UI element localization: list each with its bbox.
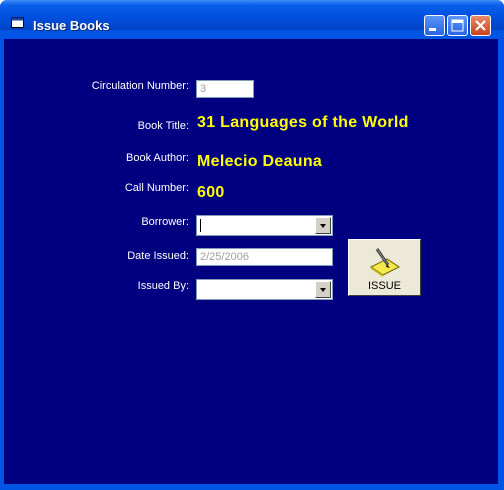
call-number-value: 600 xyxy=(197,184,225,201)
pencil-notepad-icon xyxy=(370,248,400,277)
close-icon xyxy=(475,20,486,31)
minimize-icon xyxy=(429,28,436,31)
title-bar[interactable]: Issue Books xyxy=(0,0,504,36)
borrower-label: Borrower: xyxy=(141,216,189,228)
call-number-label: Call Number: xyxy=(124,182,189,194)
maximize-button[interactable] xyxy=(447,15,468,36)
circulation-number-label: Circulation Number: xyxy=(91,80,189,92)
issue-button-label: ISSUE xyxy=(367,280,401,292)
book-author-label: Book Author: xyxy=(126,152,189,164)
issue-books-window: Issue Books Circulation Number: 3 Book T… xyxy=(0,0,504,490)
text-caret xyxy=(200,219,201,232)
issue-button[interactable]: ISSUE xyxy=(348,239,421,296)
app-icon xyxy=(11,17,24,28)
book-title-label: Book Title: xyxy=(137,120,189,132)
date-issued-label: Date Issued: xyxy=(127,250,189,262)
minimize-button[interactable] xyxy=(424,15,445,36)
close-button[interactable] xyxy=(470,15,491,36)
date-issued-field[interactable]: 2/25/2006 xyxy=(196,248,333,266)
chevron-down-icon[interactable] xyxy=(315,217,331,234)
window-title: Issue Books xyxy=(33,18,110,33)
issued-by-label: Issued By: xyxy=(137,280,189,292)
book-author-value: Melecio Deauna xyxy=(197,153,323,170)
maximize-icon xyxy=(451,19,464,32)
issued-by-select[interactable] xyxy=(196,279,333,300)
chevron-down-icon[interactable] xyxy=(315,281,331,298)
circulation-number-field[interactable]: 3 xyxy=(196,80,254,98)
book-title-value: 31 Languages of the World xyxy=(197,114,409,131)
borrower-select[interactable] xyxy=(196,215,333,236)
